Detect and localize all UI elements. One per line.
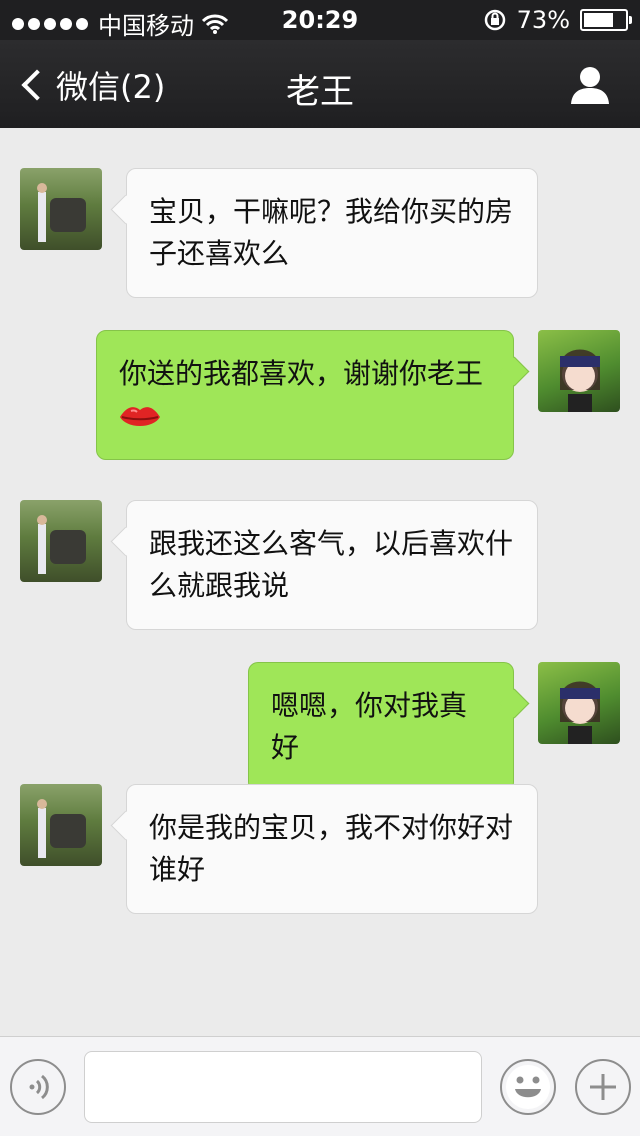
message-bubble-received[interactable]: 宝贝，干嘛呢？我给你买的房子还喜欢么 (126, 168, 538, 298)
message-bubble-sent[interactable]: 你送的我都喜欢，谢谢你老王 (96, 330, 514, 460)
chat-list[interactable]: 宝贝，干嘛呢？我给你买的房子还喜欢么 你送的我都喜欢，谢谢你老王 跟我还这么客气… (0, 128, 640, 1036)
more-button[interactable] (575, 1059, 631, 1115)
message-text: 你送的我都喜欢，谢谢你老王 (119, 357, 484, 390)
voice-icon (29, 1074, 49, 1100)
person-icon[interactable] (570, 66, 610, 104)
lips-emoji-icon (120, 407, 160, 426)
message-text: 跟我还这么客气，以后喜欢什么就跟我说 (149, 527, 514, 602)
contact-avatar[interactable] (20, 784, 102, 866)
battery-percent: 73% (516, 6, 570, 34)
rotation-lock-icon (484, 9, 505, 31)
contact-avatar[interactable] (20, 168, 102, 250)
nav-bar: 微信(2) 老王 (0, 40, 640, 128)
message-text: 嗯嗯，你对我真好 (271, 689, 468, 764)
message-input[interactable] (84, 1051, 482, 1123)
battery-icon (580, 9, 632, 31)
emoji-button[interactable] (500, 1059, 556, 1115)
emoji-icon (506, 1065, 550, 1109)
my-avatar[interactable] (538, 330, 620, 412)
message-bubble-received[interactable]: 跟我还这么客气，以后喜欢什么就跟我说 (126, 500, 538, 630)
input-bar (0, 1036, 640, 1136)
voice-button[interactable] (10, 1059, 66, 1115)
battery-level-fill (584, 13, 614, 27)
message-text: 你是我的宝贝，我不对你好对谁好 (149, 811, 514, 886)
message-bubble-sent[interactable]: 嗯嗯，你对我真好 (248, 662, 514, 792)
message-text: 宝贝，干嘛呢？我给你买的房子还喜欢么 (149, 195, 514, 270)
status-bar: 中国移动 20:29 73% (0, 0, 640, 40)
chat-title: 老王 (286, 72, 354, 112)
contact-avatar[interactable] (20, 500, 102, 582)
plus-icon (590, 1074, 616, 1100)
status-right: 73% (483, 6, 632, 34)
message-bubble-received[interactable]: 你是我的宝贝，我不对你好对谁好 (126, 784, 538, 914)
my-avatar[interactable] (538, 662, 620, 744)
